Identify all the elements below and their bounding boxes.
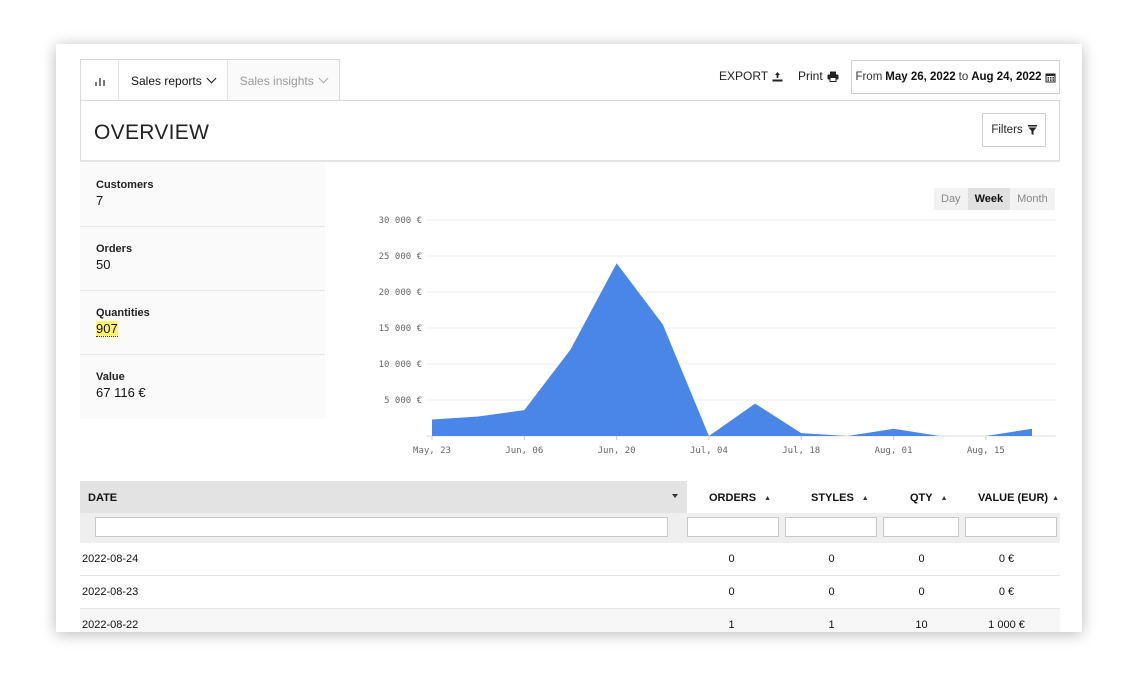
date-to-label: to (958, 71, 969, 83)
chevron-down-icon (206, 73, 217, 84)
sort-icon: ▲ (1052, 495, 1060, 502)
export-button[interactable]: EXPORT (719, 69, 783, 83)
sort-icon: ▲ (861, 495, 869, 502)
x-tick-label: Jul, 04 (690, 446, 728, 456)
stat-value-highlighted: 907 (96, 321, 309, 337)
column-header-orders[interactable]: ORDERS ▲ (709, 492, 771, 504)
date-range-picker[interactable]: From May 26, 2022 to Aug 24, 2022 (851, 60, 1060, 94)
tab-sales-reports-label: Sales reports (131, 73, 202, 88)
table-row[interactable]: 2022-08-24 0 0 0 0 € (80, 543, 1060, 576)
cell-orders: 0 (728, 586, 735, 598)
stat-quantities: Quantities 907 (80, 291, 325, 355)
cell-styles: 0 (828, 553, 835, 565)
table-row[interactable]: 2022-08-23 0 0 0 0 € (80, 576, 1060, 609)
y-tick-label: 5 000 € (384, 396, 422, 406)
column-header-date-label: DATE (88, 492, 118, 504)
qty-filter-input[interactable] (883, 517, 959, 537)
cell-orders: 1 (728, 619, 735, 631)
x-tick-label: Jun, 20 (598, 446, 636, 456)
y-tick-label: 15 000 € (379, 324, 422, 334)
stat-orders: Orders 50 (80, 227, 325, 291)
styles-filter-input[interactable] (785, 517, 877, 537)
stat-value: 7 (96, 193, 104, 208)
chevron-down-icon (318, 73, 329, 84)
cell-value: 0 € (998, 553, 1015, 565)
date-to: Aug 24, 2022 (971, 71, 1042, 83)
value-filter-input[interactable] (965, 517, 1057, 537)
sort-icon: ▲ (940, 495, 948, 502)
sales-area-chart: 5 000 € 10 000 € 15 000 € 20 000 € 25 000 € 3… (332, 206, 1082, 464)
cell-value: 1 000 € (988, 619, 1025, 631)
column-header-label: VALUE (EUR) (978, 492, 1049, 504)
table-row[interactable]: 2022-08-22 1 1 10 1 000 € (80, 609, 1060, 632)
column-header-value[interactable]: VALUE (EUR) ▲ (978, 492, 1059, 504)
stat-value: 50 (96, 257, 111, 272)
cell-orders: 0 (728, 553, 735, 565)
date-from: May 26, 2022 (885, 71, 956, 83)
printer-icon (827, 71, 839, 82)
cell-date: 2022-08-23 (82, 586, 139, 598)
x-tick-label: Aug, 15 (967, 446, 1005, 456)
calendar-icon (1045, 73, 1056, 82)
export-label: EXPORT (719, 69, 769, 83)
stat-customers: Customers 7 (80, 163, 325, 227)
cell-qty: 0 (918, 586, 925, 598)
stat-value-text: 907 (96, 321, 118, 337)
table-header: DATE ORDERS ▲ STYLES ▲ QTY ▲ VALUE (EUR) ▲ (80, 481, 1060, 513)
cell-styles: 0 (828, 586, 835, 598)
stat-value: 67 116 € (96, 385, 146, 400)
sort-icon: ▲ (764, 495, 771, 502)
cell-value: 0 € (998, 586, 1015, 598)
x-tick-label: Jun, 06 (505, 446, 543, 456)
x-tick-label: Aug, 01 (875, 446, 913, 456)
cell-styles: 1 (828, 619, 835, 631)
x-tick-label: May, 23 (413, 446, 451, 456)
report-tabs: Sales reports Sales insights (80, 59, 340, 101)
x-tick-label: Jul, 18 (782, 446, 820, 456)
cell-date: 2022-08-24 (82, 553, 139, 565)
cell-qty: 10 (915, 619, 928, 631)
filter-icon (1027, 125, 1037, 135)
export-icon (772, 71, 783, 81)
print-button[interactable]: Print (798, 69, 839, 83)
orders-filter-input[interactable] (687, 517, 779, 537)
summary-stats: Customers 7 Orders 50 Quantities 907 Val… (80, 163, 325, 419)
chart-icon[interactable] (81, 60, 119, 101)
stat-value-total: Value 67 116 € (80, 355, 325, 419)
cell-qty: 0 (918, 553, 925, 565)
filters-button[interactable]: Filters (982, 113, 1046, 147)
column-header-styles[interactable]: STYLES ▲ (811, 492, 869, 504)
cell-date: 2022-08-22 (82, 619, 139, 631)
stat-label: Value (96, 371, 125, 383)
tab-sales-insights[interactable]: Sales insights (226, 60, 339, 101)
column-header-label: QTY (910, 492, 933, 504)
stat-label: Orders (96, 243, 133, 255)
stat-label: Customers (96, 179, 154, 191)
page-title: OVERVIEW (94, 121, 210, 144)
top-bar: Sales reports Sales insights EXPORT Prin… (80, 59, 1060, 101)
column-header-qty[interactable]: QTY ▲ (910, 492, 948, 504)
tab-sales-reports[interactable]: Sales reports (119, 60, 227, 101)
print-label: Print (798, 69, 823, 83)
y-tick-label: 10 000 € (379, 360, 422, 370)
sales-table: DATE ORDERS ▲ STYLES ▲ QTY ▲ VALUE (EUR) ▲ 2… (80, 481, 1060, 632)
y-tick-label: 30 000 € (379, 216, 422, 226)
stat-label: Quantities (96, 307, 150, 319)
filters-label: Filters (991, 124, 1023, 136)
report-window: Sales reports Sales insights EXPORT Prin… (56, 44, 1082, 632)
tab-sales-insights-label: Sales insights (239, 73, 314, 88)
table-body: 2022-08-24 0 0 0 0 €2022-08-23 0 0 0 0 €2022-08-… (80, 543, 1060, 632)
caret-down-icon (672, 494, 678, 498)
column-header-label: STYLES (811, 492, 854, 504)
chart-svg: 5 000 € 10 000 € 15 000 € 20 000 € 25 000 € 3… (379, 216, 1082, 456)
y-tick-label: 25 000 € (379, 252, 422, 262)
column-header-date[interactable]: DATE (80, 481, 687, 513)
overview-header: OVERVIEW Filters (80, 100, 1060, 162)
date-filter-input[interactable] (95, 517, 668, 537)
y-tick-label: 20 000 € (379, 288, 422, 298)
date-from-label: From (855, 71, 883, 83)
column-filters (80, 513, 1060, 543)
series-area (432, 263, 1032, 436)
column-header-label: ORDERS (709, 492, 757, 504)
